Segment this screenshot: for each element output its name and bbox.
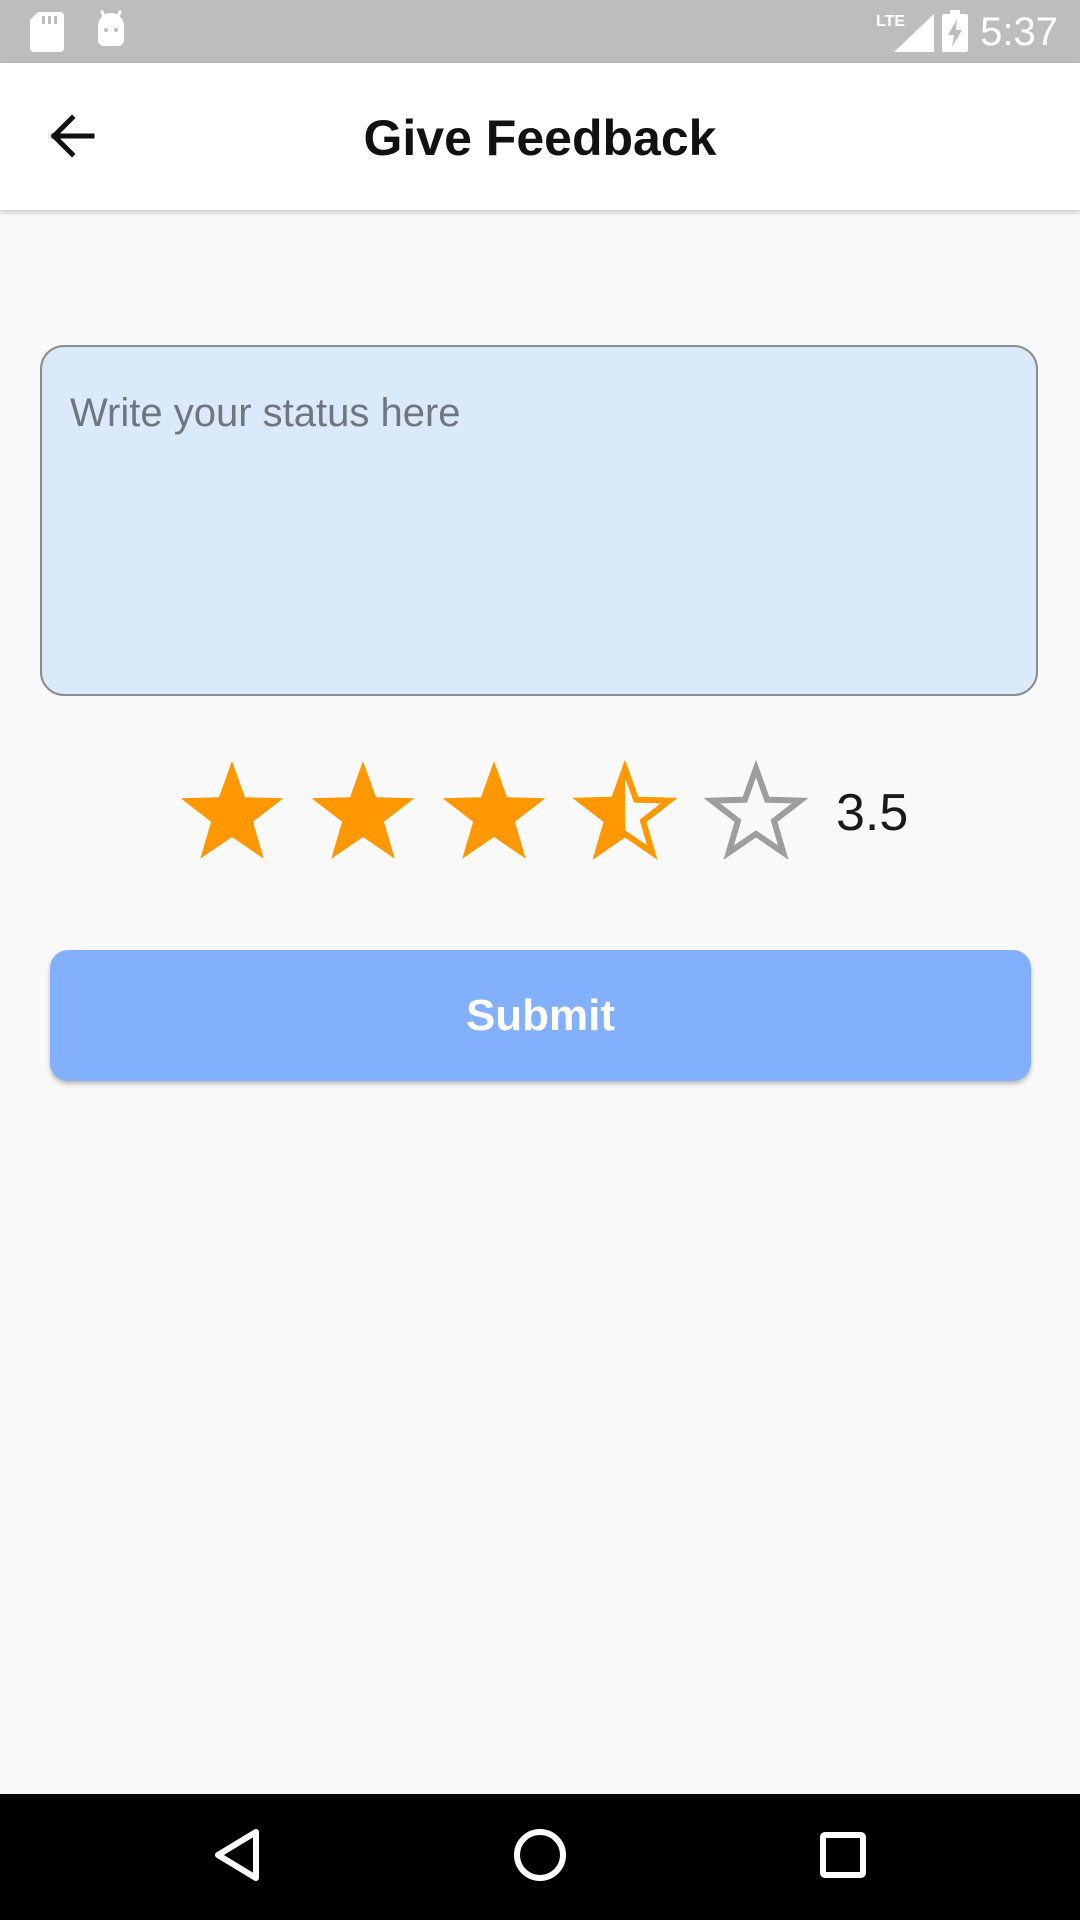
nav-back-button[interactable] <box>200 1820 274 1894</box>
nav-home-button[interactable] <box>503 1820 577 1894</box>
back-triangle-icon <box>212 1828 262 1887</box>
status-time: 5:37 <box>980 10 1058 54</box>
nav-recents-button[interactable] <box>806 1820 880 1894</box>
status-input[interactable] <box>40 345 1038 696</box>
lte-signal-icon: LTE <box>876 10 936 57</box>
android-icon <box>94 10 128 53</box>
submit-button[interactable]: Submit <box>50 950 1031 1081</box>
sd-card-icon <box>30 12 64 57</box>
recents-square-icon <box>819 1831 867 1884</box>
svg-text:LTE: LTE <box>876 13 905 30</box>
star-5-icon[interactable] <box>700 758 812 868</box>
star-rating: 3.5 <box>176 758 908 868</box>
home-circle-icon <box>513 1828 567 1887</box>
page-title: Give Feedback <box>363 110 717 166</box>
star-4-icon[interactable] <box>569 758 681 868</box>
star-1-icon[interactable] <box>176 758 288 868</box>
star-3-icon[interactable] <box>438 758 550 868</box>
navigation-bar <box>0 1794 1080 1920</box>
app-bar: Give Feedback <box>0 63 1080 210</box>
status-bar: LTE 5:37 <box>0 0 1080 63</box>
rating-value: 3.5 <box>836 784 909 842</box>
battery-charging-icon <box>942 10 968 57</box>
star-2-icon[interactable] <box>307 758 419 868</box>
